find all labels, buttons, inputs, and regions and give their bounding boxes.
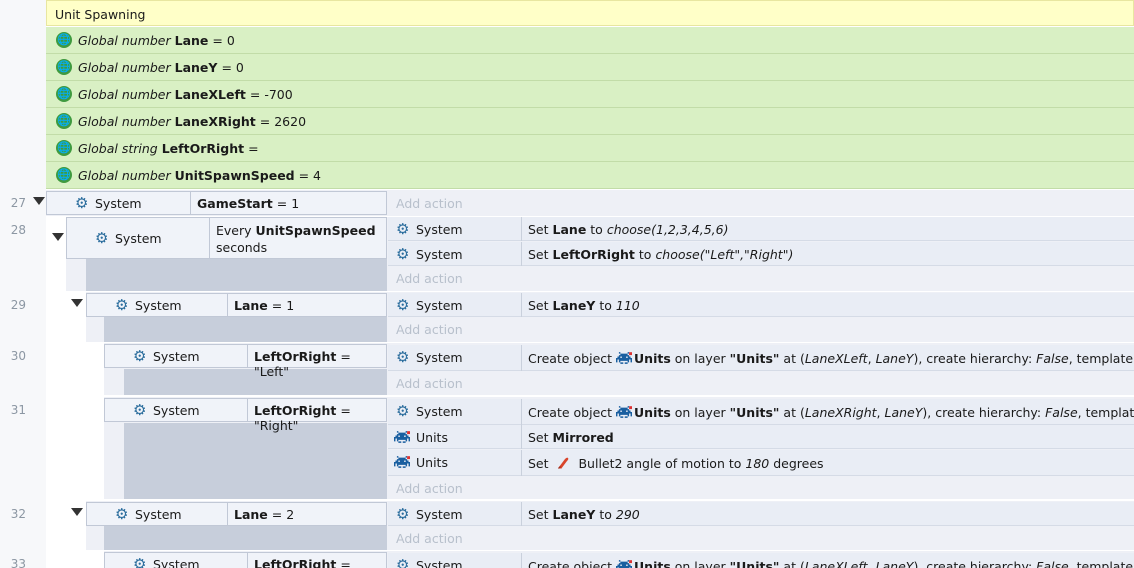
collapse-arrow[interactable] (33, 197, 45, 205)
globe-icon: 🌐 (56, 32, 72, 48)
gear-icon: ⚙ (396, 402, 410, 420)
gear-icon: ⚙ (133, 401, 147, 419)
group-title: Unit Spawning (55, 7, 146, 22)
space-invader-icon (616, 352, 633, 364)
event-number: 31 (10, 403, 26, 417)
collapse-arrow[interactable] (71, 299, 83, 307)
action-row[interactable]: ⚙ System Set Lane to choose(1,2,3,4,5,6) (388, 217, 1134, 241)
add-action-link[interactable]: Add action (388, 527, 463, 549)
add-action-link[interactable]: Add action (388, 477, 463, 499)
event-number: 32 (10, 507, 26, 521)
global-variable-row[interactable]: 🌐 Global number LaneXLeft = -700 (46, 81, 1134, 108)
add-action-link[interactable]: Add action (388, 318, 463, 340)
event-number: 28 (10, 223, 26, 237)
gear-icon: ⚙ (95, 229, 109, 247)
gutter (0, 0, 46, 568)
condition[interactable]: ⚙ System LeftOrRight = "Right" (104, 398, 387, 433)
global-variable-row[interactable]: 🌐 Global string LeftOrRight = (46, 135, 1134, 162)
add-action-link[interactable]: Add action (388, 267, 463, 289)
collapse-arrow[interactable] (71, 508, 83, 516)
space-invader-icon (616, 560, 633, 568)
action-row[interactable]: ⚙ System Create object Units on layer "Un… (388, 399, 1134, 425)
global-variable-row[interactable]: 🌐 Global number LaneXRight = 2620 (46, 108, 1134, 135)
gear-icon: ⚙ (133, 347, 147, 365)
condition[interactable]: ⚙ System LeftOrRight = "Left" (104, 344, 387, 379)
gear-icon: ⚙ (396, 296, 410, 314)
global-variable-row[interactable]: 🌐 Global number UnitSpawnSpeed = 4 (46, 162, 1134, 189)
action-row[interactable]: ⚙ System Set LaneY to 110 (388, 293, 1134, 317)
event-number: 33 (10, 557, 26, 568)
gear-icon: ⚙ (396, 556, 410, 568)
globe-icon: 🌐 (56, 86, 72, 102)
action-row[interactable]: Units Set Bullet2 angle of motion to 180… (388, 450, 1134, 476)
space-invader-icon (394, 431, 410, 443)
event-number: 30 (10, 349, 26, 363)
global-variable-row[interactable]: 🌐 Global number Lane = 0 (46, 27, 1134, 54)
action-row[interactable]: ⚙ System Set LaneY to 290 (388, 502, 1134, 526)
collapse-arrow[interactable] (52, 233, 64, 241)
add-action-link[interactable]: Add action (388, 372, 463, 394)
condition[interactable]: ⚙ System Every UnitSpawnSpeed seconds (66, 217, 387, 259)
space-invader-icon (394, 456, 410, 468)
condition[interactable]: ⚙ System GameStart = 1 (46, 191, 387, 215)
globe-icon: 🌐 (56, 140, 72, 156)
gear-icon: ⚙ (115, 296, 129, 314)
space-invader-icon (616, 406, 633, 418)
gear-icon: ⚙ (396, 348, 410, 366)
globe-icon: 🌐 (56, 59, 72, 75)
event-number: 29 (10, 298, 26, 312)
bullet-icon (558, 457, 569, 469)
globe-icon: 🌐 (56, 113, 72, 129)
gear-icon: ⚙ (115, 505, 129, 523)
gear-icon: ⚙ (396, 245, 410, 263)
action-row[interactable]: ⚙ System Set LeftOrRight to choose("Left"… (388, 242, 1134, 266)
condition[interactable]: ⚙ System Lane = 2 (86, 502, 387, 526)
add-action-link[interactable]: Add action (388, 192, 463, 214)
condition[interactable]: ⚙ System Lane = 1 (86, 293, 387, 317)
gear-icon: ⚙ (133, 555, 147, 568)
gear-icon: ⚙ (396, 505, 410, 523)
action-row[interactable]: ⚙ System Create object Units on layer "Un… (388, 553, 1134, 568)
action-row[interactable]: ⚙ System Create object Units on layer "Un… (388, 345, 1134, 371)
condition[interactable]: ⚙ System LeftOrRight = "Left" (104, 552, 387, 568)
event-group-header[interactable]: Unit Spawning (46, 0, 1134, 26)
gear-icon: ⚙ (396, 220, 410, 238)
event-number: 27 (10, 196, 26, 210)
action-row[interactable]: Units Set Mirrored (388, 425, 1134, 449)
globe-icon: 🌐 (56, 167, 72, 183)
global-variable-row[interactable]: 🌐 Global number LaneY = 0 (46, 54, 1134, 81)
gear-icon: ⚙ (75, 194, 89, 212)
